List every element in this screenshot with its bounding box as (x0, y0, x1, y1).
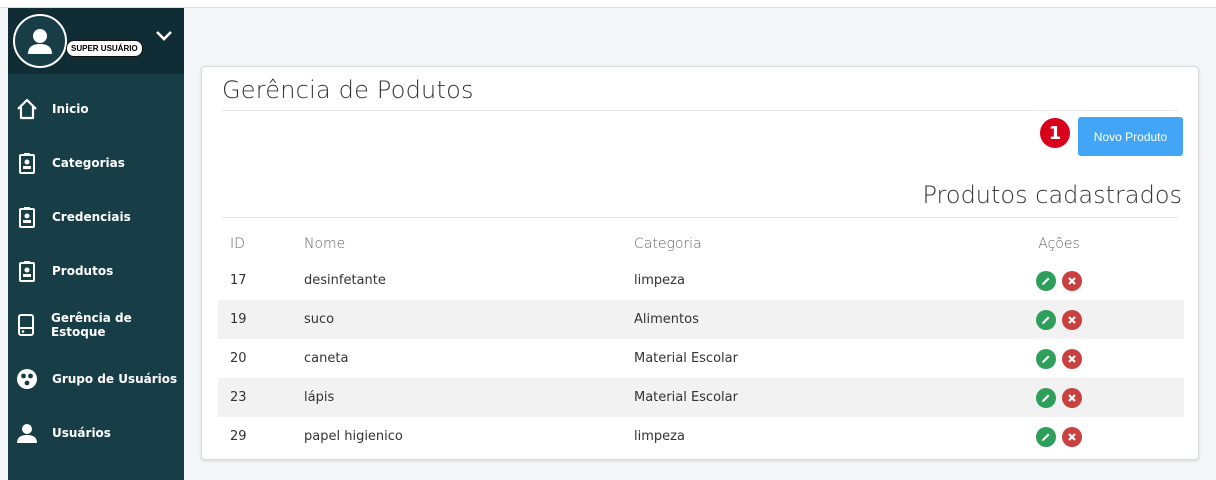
sidebar-item-produtos[interactable]: Produtos (8, 244, 184, 298)
sidebar-item-label: Inicio (52, 102, 89, 116)
delete-icon[interactable] (1062, 426, 1082, 447)
products-panel: Gerência de Podutos 1 Novo Produto Produ… (201, 66, 1199, 460)
table-row: 17 desinfetante limpeza (218, 261, 1184, 300)
delete-icon[interactable] (1062, 348, 1082, 369)
cell-acoes (964, 378, 1184, 417)
table-row: 23 lápis Material Escolar (218, 378, 1184, 417)
column-header-categoria: Categoria (634, 236, 702, 252)
column-header-id: ID (230, 236, 245, 252)
cell-id: 23 (230, 390, 247, 405)
sidebar-item-credenciais[interactable]: Credenciais (8, 190, 184, 244)
badge-icon (16, 152, 38, 174)
badge-icon (16, 260, 38, 282)
sidebar-item-label: Grupo de Usuários (52, 372, 178, 386)
edit-icon[interactable] (1036, 387, 1056, 408)
column-header-nome: Nome (304, 236, 346, 252)
cell-nome: caneta (304, 351, 349, 366)
cell-id: 17 (230, 273, 247, 288)
products-table: ID Nome Categoria Ações 17 desinfetante … (218, 227, 1184, 456)
cell-categoria: limpeza (634, 429, 685, 444)
edit-icon[interactable] (1036, 309, 1056, 330)
cell-categoria: Alimentos (634, 312, 699, 327)
home-icon (16, 98, 38, 120)
cell-nome: suco (304, 312, 335, 327)
table-row: 19 suco Alimentos (218, 300, 1184, 339)
cell-nome: desinfetante (304, 273, 386, 288)
table-row: 20 caneta Material Escolar (218, 339, 1184, 378)
user-icon (16, 422, 38, 444)
user-icon (28, 29, 52, 54)
sidebar-item-label: Categorias (52, 156, 125, 170)
table-header-row: ID Nome Categoria Ações (218, 227, 1184, 261)
divider (222, 217, 1178, 218)
column-header-acoes: Ações (1038, 236, 1080, 252)
edit-icon[interactable] (1036, 270, 1056, 291)
edit-icon[interactable] (1036, 426, 1056, 447)
badge-icon (16, 206, 38, 228)
table-row: 29 papel higienico limpeza (218, 417, 1184, 456)
sidebar-item-label: Produtos (52, 264, 114, 278)
sidebar-item-label: Usuários (52, 426, 111, 440)
cell-nome: lápis (304, 390, 335, 405)
delete-icon[interactable] (1062, 309, 1082, 330)
cell-nome: papel higienico (304, 429, 403, 444)
group-icon (16, 368, 38, 390)
top-bar (0, 0, 1216, 8)
cell-categoria: Material Escolar (634, 351, 738, 366)
cell-categoria: Material Escolar (634, 390, 738, 405)
edit-icon[interactable] (1036, 348, 1056, 369)
page-title: Gerência de Podutos (222, 76, 474, 104)
divider (222, 110, 1178, 111)
cell-id: 29 (230, 429, 247, 444)
delete-icon[interactable] (1062, 270, 1082, 291)
sidebar-item-usuarios[interactable]: Usuários (8, 406, 184, 460)
sidebar-item-gerencia-estoque[interactable]: Gerência de Estoque (8, 298, 184, 352)
sidebar-nav: Inicio Categorias Credenciais Produtos G… (8, 74, 184, 460)
cell-acoes (964, 261, 1184, 300)
sidebar-item-grupo-usuarios[interactable]: Grupo de Usuários (8, 352, 184, 406)
sidebar-item-label: Gerência de Estoque (50, 311, 132, 339)
cell-acoes (964, 417, 1184, 456)
sidebar-item-categorias[interactable]: Categorias (8, 136, 184, 190)
delete-icon[interactable] (1062, 387, 1082, 408)
cell-acoes (964, 300, 1184, 339)
new-product-button[interactable]: Novo Produto (1078, 117, 1183, 156)
step-marker-badge: 1 (1040, 118, 1070, 148)
cell-id: 20 (230, 351, 247, 366)
chevron-down-icon[interactable] (154, 26, 174, 46)
cell-categoria: limpeza (634, 273, 685, 288)
sidebar: SUPER USUÁRIO Inicio Categorias Credenci… (8, 8, 184, 480)
section-title: Produtos cadastrados (922, 181, 1183, 209)
sidebar-item-label: Credenciais (52, 210, 131, 224)
storage-icon (16, 314, 37, 336)
cell-acoes (964, 339, 1184, 378)
user-role-badge: SUPER USUÁRIO (66, 40, 143, 57)
cell-id: 19 (230, 312, 247, 327)
avatar[interactable] (13, 14, 67, 68)
user-header: SUPER USUÁRIO (8, 8, 184, 74)
sidebar-item-inicio[interactable]: Inicio (8, 74, 184, 136)
